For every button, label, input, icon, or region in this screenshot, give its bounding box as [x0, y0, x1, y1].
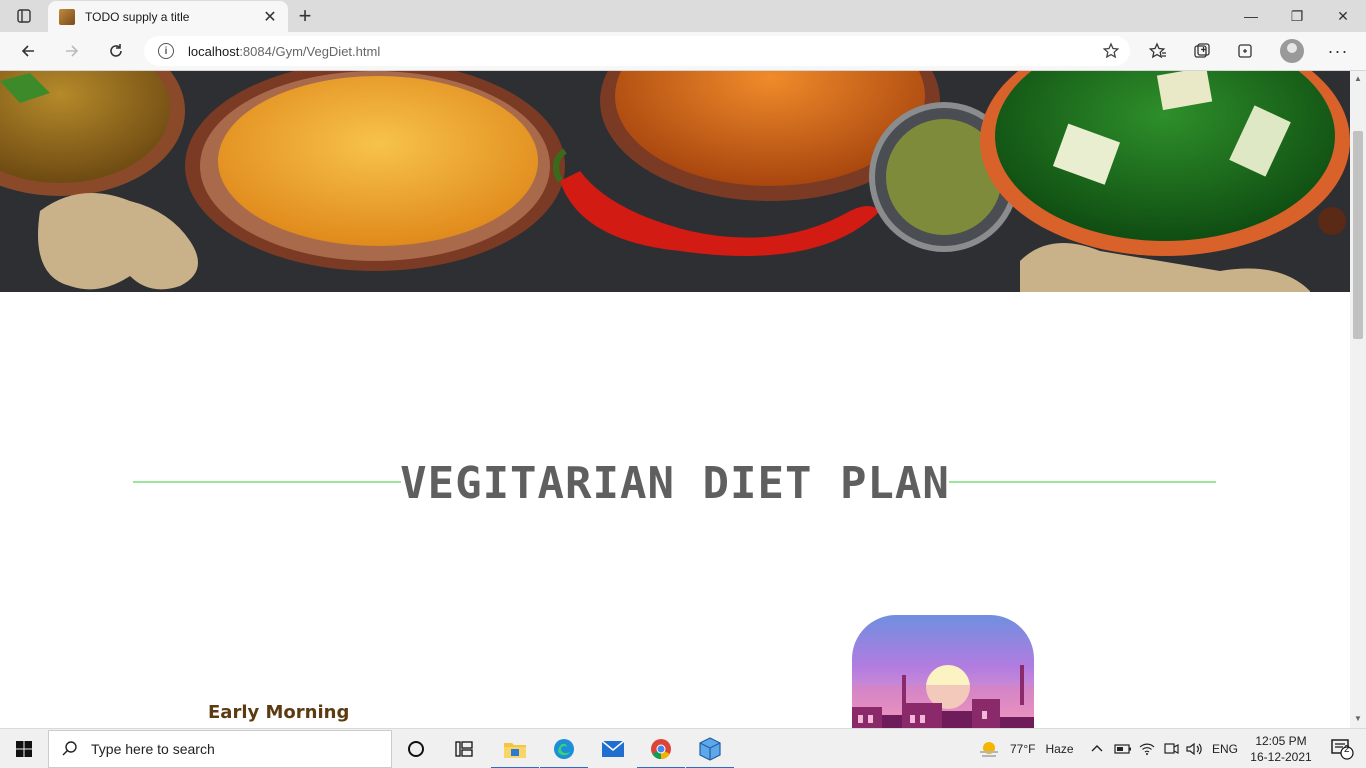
windows-taskbar: Type here to search 77°F Haze ENG 12:05 … — [0, 728, 1366, 768]
chrome-button[interactable] — [637, 729, 685, 768]
back-button[interactable] — [12, 36, 44, 66]
more-menu-button[interactable]: ··· — [1322, 36, 1354, 66]
url-host: localhost — [188, 43, 240, 59]
notifications-button[interactable]: 2 — [1318, 729, 1366, 768]
weather-condition: Haze — [1045, 742, 1074, 756]
forward-button[interactable] — [56, 36, 88, 66]
refresh-button[interactable] — [100, 36, 132, 66]
language-indicator[interactable]: ENG — [1212, 729, 1238, 768]
mail-button[interactable] — [589, 729, 637, 768]
window-minimize-button[interactable]: — — [1228, 0, 1274, 32]
info-icon[interactable]: i — [158, 43, 174, 59]
extensions-icon — [1238, 44, 1252, 58]
diet-plan-heading-section: VEGITARIAN DIET PLAN — [133, 451, 1216, 519]
weather-widget[interactable]: 77°F Haze — [978, 729, 1074, 768]
box-app-icon — [699, 737, 721, 761]
meal-section-title: Early Morning — [208, 702, 350, 723]
address-bar[interactable]: i localhost:8084/Gym/VegDiet.html — [144, 36, 1130, 66]
task-view-icon — [408, 741, 424, 757]
search-icon — [62, 741, 77, 756]
notification-count: 2 — [1344, 744, 1350, 755]
wifi-icon — [1139, 743, 1155, 755]
wifi-indicator[interactable] — [1139, 729, 1155, 768]
taskbar-clock[interactable]: 12:05 PM 16-12-2021 — [1246, 733, 1316, 765]
chrome-icon — [651, 739, 671, 760]
meet-now-icon — [1164, 743, 1179, 754]
battery-icon — [1114, 744, 1131, 754]
tab-favicon-icon — [59, 8, 75, 25]
tab-title: TODO supply a title — [85, 9, 190, 24]
widgets-button[interactable] — [440, 729, 488, 768]
start-button[interactable] — [0, 729, 48, 768]
taskbar-search-box[interactable]: Type here to search — [48, 730, 392, 768]
meet-now-button[interactable] — [1163, 729, 1179, 768]
box-app-button[interactable] — [686, 729, 734, 768]
edge-taskbar-button[interactable] — [540, 729, 588, 768]
forward-arrow-icon — [66, 45, 79, 57]
search-placeholder: Type here to search — [91, 741, 215, 757]
page-scrollbar[interactable]: ▲ ▼ — [1350, 71, 1366, 728]
clock-date: 16-12-2021 — [1250, 750, 1312, 764]
windows-start-icon — [16, 741, 32, 757]
favorites-button[interactable] — [1142, 36, 1174, 66]
scrollbar-thumb[interactable] — [1353, 131, 1363, 339]
browser-toolbar: i localhost:8084/Gym/VegDiet.html ··· — [0, 32, 1366, 71]
weather-icon — [980, 742, 998, 757]
page-viewport: VEGITARIAN DIET PLAN Early Morning — [0, 71, 1350, 728]
browser-tab-active[interactable]: TODO supply a title ✕ — [48, 1, 288, 32]
extensions-button[interactable] — [1229, 36, 1261, 66]
add-favorite-icon — [1102, 42, 1120, 59]
volume-icon — [1186, 742, 1202, 756]
task-view-button[interactable] — [392, 729, 440, 768]
collections-icon — [1194, 43, 1210, 58]
page-title: VEGITARIAN DIET PLAN — [400, 458, 950, 509]
address-url: localhost:8084/Gym/VegDiet.html — [188, 44, 380, 59]
edge-icon — [554, 739, 574, 759]
volume-button[interactable] — [1186, 729, 1204, 768]
tab-close-button[interactable]: ✕ — [258, 5, 282, 29]
window-restore-button[interactable]: ❐ — [1274, 0, 1320, 32]
tab-actions-button[interactable] — [8, 4, 40, 28]
show-hidden-icons-button[interactable] — [1090, 729, 1104, 768]
profile-icon[interactable] — [1280, 39, 1304, 63]
food-banner-image — [0, 71, 1350, 292]
browser-tab-strip: TODO supply a title ✕ + — ❐ ✕ — [0, 0, 1366, 32]
battery-indicator[interactable] — [1114, 729, 1132, 768]
favorites-icon — [1149, 42, 1166, 59]
tab-actions-icon — [17, 9, 31, 23]
weather-temperature: 77°F — [1010, 742, 1036, 756]
more-menu-icon: ··· — [1327, 40, 1349, 61]
scroll-down-icon[interactable]: ▼ — [1353, 714, 1363, 724]
collections-button[interactable] — [1186, 36, 1218, 66]
refresh-icon — [110, 44, 122, 57]
notifications-icon — [1331, 739, 1354, 760]
window-close-button[interactable]: ✕ — [1320, 0, 1366, 32]
heading-rule-right — [949, 481, 1216, 483]
url-path: :8084/Gym/VegDiet.html — [239, 43, 381, 59]
new-tab-button[interactable]: + — [292, 3, 318, 28]
file-explorer-button[interactable] — [491, 729, 539, 768]
early-morning-illustration — [852, 615, 1034, 728]
scroll-up-icon[interactable]: ▲ — [1353, 74, 1363, 84]
back-arrow-icon — [21, 45, 34, 57]
heading-rule-left — [133, 481, 401, 483]
add-favorite-button[interactable] — [1102, 42, 1120, 65]
mail-icon — [601, 740, 625, 757]
file-explorer-icon — [504, 743, 526, 758]
chevron-up-icon — [1091, 745, 1103, 752]
clock-time: 12:05 PM — [1255, 734, 1307, 748]
widgets-icon — [455, 741, 473, 757]
